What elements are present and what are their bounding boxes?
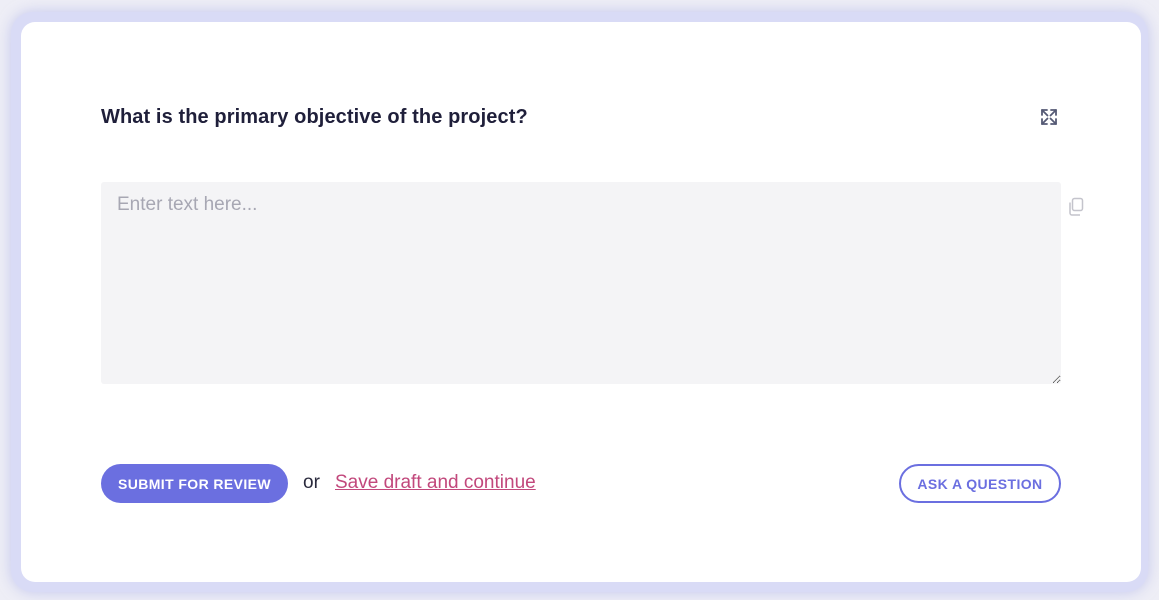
question-title: What is the primary objective of the pro… <box>101 106 528 128</box>
expand-icon[interactable] <box>1039 107 1059 127</box>
save-draft-link[interactable]: Save draft and continue <box>335 472 536 494</box>
or-separator: or <box>303 472 320 493</box>
ask-question-button[interactable]: ASK A QUESTION <box>899 464 1061 503</box>
answer-textarea[interactable] <box>101 182 1061 384</box>
answer-field-wrapper <box>101 182 1061 384</box>
question-card: What is the primary objective of the pro… <box>21 22 1141 582</box>
submit-for-review-button[interactable]: SUBMIT FOR REVIEW <box>101 464 288 503</box>
copy-icon[interactable] <box>1067 197 1085 217</box>
